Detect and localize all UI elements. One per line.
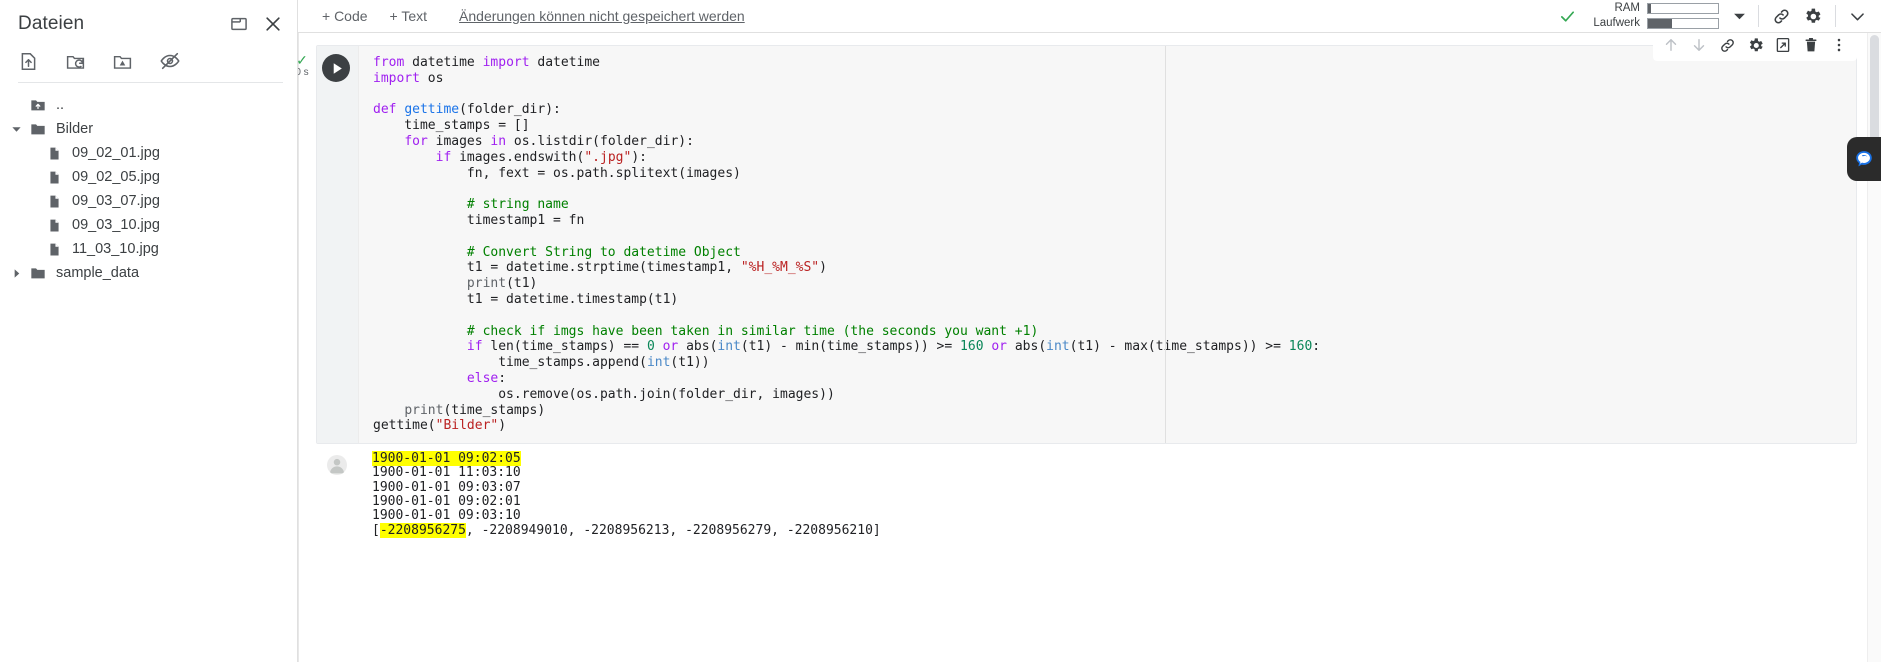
ram-meter: RAM [1584,2,1719,15]
tree-item-file[interactable]: 09_02_05.jpg [0,165,297,189]
notebook-main: + Code + Text Änderungen können nicht ge… [298,0,1881,662]
tree-item-label: Bilder [56,121,94,137]
disk-bar [1647,18,1719,29]
notebook-toolbar: + Code + Text Änderungen können nicht ge… [298,0,1881,33]
more-options-icon[interactable] [1825,33,1853,59]
tree-item-label: 11_03_10.jpg [72,241,159,257]
chat-bubble-icon [1856,151,1872,167]
tree-item-label: 09_02_05.jpg [72,169,160,185]
delete-cell-icon[interactable] [1797,33,1825,59]
code-editor[interactable]: from datetime import datetime import os … [359,46,1856,444]
disk-meter: Laufwerk [1584,17,1719,30]
new-window-icon[interactable] [229,14,249,34]
tree-item-label: 09_02_01.jpg [72,145,160,161]
avatar [327,455,347,476]
file-icon [42,218,66,233]
tree-item-label: .. [56,97,65,113]
hidden-files-icon[interactable] [159,50,181,72]
ram-label: RAM [1614,2,1640,14]
code-cell-wrapper: ✓ 0 s from datetime import datetime impo… [298,33,1881,542]
add-code-cell-button[interactable]: + Code [314,5,376,27]
execution-time: 0 s [298,67,309,78]
resources-dropdown-icon[interactable] [1733,10,1746,23]
run-cell-button[interactable] [322,54,350,82]
settings-gear-icon[interactable] [1802,6,1823,27]
tree-item-label: sample_data [56,265,140,281]
disk-label: Laufwerk [1593,17,1640,29]
output-content: 1900-01-01 09:02:05 1900-01-01 11:03:10 … [372,451,881,538]
link-to-cell-icon[interactable] [1713,33,1741,59]
notebook-scroll-area: ✓ 0 s from datetime import datetime impo… [298,33,1881,662]
upload-icon[interactable] [18,51,39,72]
folder-icon [26,121,50,137]
code-content[interactable]: from datetime import datetime import os … [373,55,1856,434]
toolbar-right-group: RAM Laufwerk [1559,0,1881,33]
sidebar-title: Dateien [18,13,85,34]
tree-item-file[interactable]: 09_03_07.jpg [0,189,297,213]
right-scrollbar-track[interactable] [1867,33,1881,662]
check-icon [1559,8,1576,25]
tree-item-file[interactable]: 09_02_01.jpg [0,141,297,165]
chat-widget-button[interactable] [1847,137,1881,181]
link-icon[interactable] [1771,6,1792,27]
file-tree: .. Bilder 09_02_01.jpg 09_02_05.jpg 09_0… [0,83,297,285]
tree-item-parent[interactable]: .. [0,93,297,117]
toolbar-separator [1758,5,1759,27]
close-icon[interactable] [263,14,283,34]
tree-item-file[interactable]: 09_03_10.jpg [0,213,297,237]
parent-folder-icon [26,97,50,113]
ram-bar [1647,3,1719,14]
tree-item-bilder[interactable]: Bilder [0,117,297,141]
add-text-cell-button[interactable]: + Text [382,5,436,27]
refresh-folder-icon[interactable] [65,51,86,72]
tree-item-label: 09_03_07.jpg [72,193,160,209]
cell-toolbar [1653,33,1857,61]
tree-item-sample-data[interactable]: sample_data [0,261,297,285]
execution-check-icon: ✓ [298,52,308,68]
sidebar-header: Dateien [0,0,297,44]
expand-chevron-icon[interactable] [1848,7,1867,26]
file-icon [42,170,66,185]
resource-meters[interactable]: RAM Laufwerk [1584,2,1719,30]
cell-output: 1900-01-01 09:02:05 1900-01-01 11:03:10 … [316,444,1857,542]
cell-settings-icon[interactable] [1741,33,1769,59]
files-sidebar: Dateien .. Bilder 09_02_01.jpg 09_02_05.… [0,0,298,662]
move-cell-down-icon[interactable] [1685,33,1713,59]
mount-drive-icon[interactable] [112,51,133,72]
save-warning-link[interactable]: Änderungen können nicht gespeichert werd… [459,8,745,24]
execution-status: ✓ 0 s [298,52,315,78]
file-icon [42,146,66,161]
chevron-down-icon[interactable] [6,124,26,135]
folder-icon [26,265,50,281]
open-in-new-tab-icon[interactable] [1769,33,1797,59]
output-avatar [316,452,358,538]
code-cell[interactable]: ✓ 0 s from datetime import datetime impo… [298,45,1857,445]
file-icon [42,194,66,209]
column-ruler [1165,46,1166,444]
tree-item-label: 09_03_10.jpg [72,217,160,233]
chevron-right-icon[interactable] [6,268,26,279]
colab-window: Dateien .. Bilder 09_02_01.jpg 09_02_05.… [0,0,1881,662]
move-cell-up-icon[interactable] [1657,33,1685,59]
cell-gutter: ✓ 0 s [298,46,359,444]
file-icon [42,242,66,257]
toolbar-separator-2 [1835,5,1836,27]
sidebar-toolbar [0,44,297,82]
tree-item-file[interactable]: 11_03_10.jpg [0,237,297,261]
